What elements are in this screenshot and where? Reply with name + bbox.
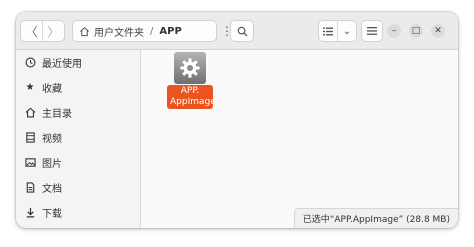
star-icon: ★ [25, 82, 35, 93]
forward-button[interactable]: 〉 [42, 21, 64, 41]
file-manager-window: 〈 〉 用户文件夹 / APP ⋮ ⌄ – □ ✕ 最近使用 ★ 收藏 主目录 … [16, 12, 458, 228]
breadcrumb-separator: / [150, 25, 154, 37]
maximize-button[interactable]: □ [409, 24, 423, 38]
search-icon [237, 26, 248, 37]
sidebar-item-pictures[interactable]: 图片 [16, 150, 140, 175]
navigation-buttons: 〈 〉 [20, 20, 65, 42]
sidebar-item-label: 视频 [42, 134, 62, 145]
sidebar-item-recent[interactable]: 最近使用 [16, 50, 140, 75]
chevron-right-icon: 〉 [47, 24, 60, 39]
back-button[interactable]: 〈 [21, 21, 42, 41]
chevron-down-icon: ⌄ [342, 25, 352, 37]
main-menu-button[interactable] [361, 20, 383, 42]
file-view[interactable]: APP. AppImage 已选中“APP.AppImage” (28.8 MB… [141, 50, 458, 228]
view-toggle-group: ⌄ [318, 20, 357, 42]
sidebar-item-starred[interactable]: ★ 收藏 [16, 75, 140, 100]
clock-icon [24, 57, 36, 69]
hamburger-menu-icon [367, 27, 377, 35]
minimize-button[interactable]: – [387, 24, 401, 38]
breadcrumb-home[interactable]: 用户文件夹 [94, 24, 144, 39]
home-icon [24, 107, 36, 119]
gear-icon [174, 52, 206, 84]
file-item-appimage[interactable]: APP. AppImage [163, 50, 217, 109]
minimize-icon: – [391, 26, 397, 36]
image-icon [24, 157, 36, 169]
document-icon [24, 182, 36, 194]
close-icon: ✕ [434, 26, 442, 36]
maximize-icon: □ [411, 26, 421, 36]
home-icon[interactable] [79, 26, 90, 37]
file-name-label: APP. AppImage [167, 85, 216, 109]
sidebar-item-label: 文档 [42, 184, 62, 195]
video-icon [24, 132, 36, 144]
close-button[interactable]: ✕ [431, 24, 445, 38]
sidebar-item-label: 收藏 [42, 84, 62, 95]
file-name-line2: AppImage [170, 97, 216, 107]
sidebar-item-label: 下载 [42, 209, 62, 220]
header-bar: 〈 〉 用户文件夹 / APP ⋮ ⌄ – □ ✕ [16, 12, 458, 50]
search-button[interactable] [230, 20, 254, 42]
sidebar-item-videos[interactable]: 视频 [16, 125, 140, 150]
list-view-icon [323, 27, 333, 35]
path-bar: 用户文件夹 / APP [72, 20, 217, 42]
file-name-line1: APP. [180, 86, 200, 96]
chevron-left-icon: 〈 [25, 24, 38, 39]
download-icon [24, 207, 36, 219]
selection-status-bar: 已选中“APP.AppImage” (28.8 MB) [293, 208, 458, 228]
sidebar-item-downloads[interactable]: 下载 [16, 200, 140, 225]
status-text: 已选中“APP.AppImage” (28.8 MB) [302, 215, 450, 225]
view-options-button[interactable]: ⌄ [337, 21, 356, 41]
sidebar-item-label: 主目录 [42, 109, 72, 120]
sidebar-item-home[interactable]: 主目录 [16, 100, 140, 125]
sidebar-item-label: 最近使用 [42, 59, 82, 70]
list-view-button[interactable] [319, 21, 337, 41]
sidebar: 最近使用 ★ 收藏 主目录 视频 图片 文档 下载 [16, 50, 141, 228]
sidebar-item-label: 图片 [42, 159, 62, 170]
sidebar-item-documents[interactable]: 文档 [16, 175, 140, 200]
breadcrumb-current[interactable]: APP [159, 26, 181, 37]
